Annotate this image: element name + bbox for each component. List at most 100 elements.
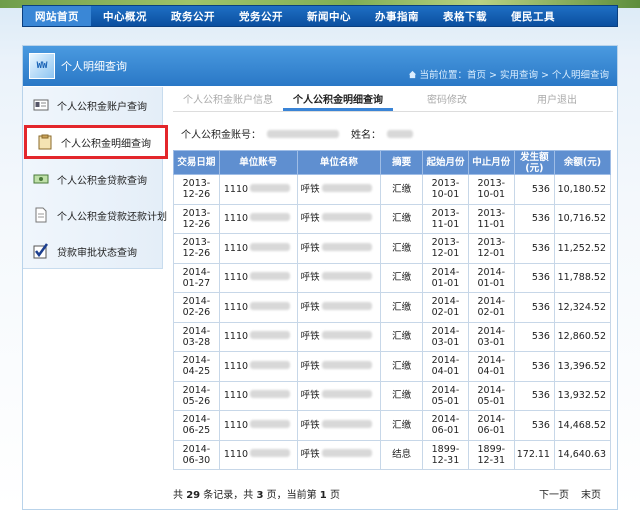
document-icon	[35, 207, 47, 223]
sidebar-item-label: 贷款审批状态查询	[57, 247, 137, 259]
col-unit-name: 单位名称	[296, 150, 382, 175]
sidebar-item-label: 个人公积金账户查询	[57, 101, 147, 113]
tab-detail-query[interactable]: 个人公积金明细查询	[283, 93, 393, 111]
cell-start-month: 2013-12-01	[422, 233, 469, 264]
redacted-text	[321, 213, 372, 222]
cell-summary: 汇缴	[380, 351, 424, 382]
next-page-link[interactable]: 下一页	[539, 486, 569, 501]
cell-end-month: 2014-01-01	[467, 262, 515, 293]
checkbox-icon	[33, 243, 49, 259]
panel-header: WW 个人明细查询 当前位置：首页 > 实用查询 > 个人明细查询	[23, 46, 617, 86]
table-header-row: 交易日期 单位账号 单位名称 摘要 起始月份 中止月份 发生额 (元) 余额(元…	[173, 150, 612, 175]
cell-balance: 14,640.63	[553, 439, 612, 470]
cell-summary: 汇缴	[380, 292, 424, 323]
cell-summary: 结息	[380, 439, 424, 470]
cell-unit-name: 呼铁	[296, 321, 382, 352]
redacted-text	[250, 390, 291, 399]
nav-form-download[interactable]: 表格下载	[431, 6, 499, 26]
name-label: 姓名：	[351, 130, 381, 141]
redacted-text	[321, 331, 372, 340]
col-start-month: 起始月份	[422, 150, 469, 175]
cell-end-month: 2013-12-01	[467, 233, 515, 264]
cell-start-month: 2013-11-01	[422, 203, 469, 234]
sidebar-item-repayment-plan[interactable]: 个人公积金贷款还款计划	[23, 197, 167, 233]
cell-unit-name: 呼铁	[296, 351, 382, 382]
cell-unit-name: 呼铁	[296, 262, 382, 293]
cell-start-month: 2013-10-01	[422, 174, 469, 205]
table-row: 2014-02-26 1110 呼铁 汇缴 2014-02-01 2014-02-01 53…	[173, 292, 612, 323]
cell-amount: 536	[513, 233, 555, 264]
table-row: 2013-12-26 1110 呼铁 汇缴 2013-12-01 2013-12-01 53…	[173, 233, 612, 264]
main-panel: WW 个人明细查询 当前位置：首页 > 实用查询 > 个人明细查询 个人公积金账…	[22, 45, 618, 510]
last-page-link[interactable]: 末页	[581, 486, 601, 501]
redacted-text	[250, 242, 291, 251]
redacted-text	[321, 390, 372, 399]
cell-unit-account: 1110	[218, 292, 298, 323]
table-row: 2013-12-26 1110 呼铁 汇缴 2013-10-01 2013-10-01 53…	[173, 174, 612, 205]
tab-account-info[interactable]: 个人公积金账户信息	[173, 93, 283, 111]
redacted-text	[321, 449, 372, 458]
cell-balance: 14,468.52	[553, 410, 612, 441]
table-row: 2014-06-25 1110 呼铁 汇缴 2014-06-01 2014-06-01 53…	[173, 410, 612, 441]
cell-end-month: 2014-02-01	[467, 292, 515, 323]
clipboard-icon	[38, 134, 52, 150]
cell-amount: 536	[513, 174, 555, 205]
cell-balance: 13,396.52	[553, 351, 612, 382]
nav-home[interactable]: 网站首页	[23, 6, 91, 26]
nav-news[interactable]: 新闻中心	[295, 6, 363, 26]
cell-summary: 汇缴	[380, 174, 424, 205]
cell-amount: 172.11	[513, 439, 555, 470]
nav-tools[interactable]: 便民工具	[499, 6, 567, 26]
col-summary: 摘要	[380, 150, 424, 175]
sidebar-item-label: 个人公积金贷款查询	[57, 175, 147, 187]
cell-amount: 536	[513, 321, 555, 352]
redacted-text	[250, 419, 291, 428]
redacted-text	[250, 360, 291, 369]
sidebar-item-loan-query[interactable]: 个人公积金贷款查询	[23, 161, 162, 197]
records-table: 交易日期 单位账号 单位名称 摘要 起始月份 中止月份 发生额 (元) 余额(元…	[173, 150, 612, 470]
nav-government-affairs[interactable]: 政务公开	[159, 6, 227, 26]
cell-summary: 汇缴	[380, 262, 424, 293]
table-row: 2014-03-28 1110 呼铁 汇缴 2014-03-01 2014-03-01 53…	[173, 321, 612, 352]
panel-title: 个人明细查询	[61, 60, 127, 73]
table-row: 2013-12-26 1110 呼铁 汇缴 2013-11-01 2013-11-01 53…	[173, 203, 612, 234]
top-navigation: 网站首页 中心概况 政务公开 党务公开 新闻中心 办事指南 表格下载 便民工具	[22, 5, 618, 27]
nav-center-overview[interactable]: 中心概况	[91, 6, 159, 26]
pagination-summary: 共 29 条记录，共 3 页，当前第 1 页	[173, 489, 340, 501]
cell-unit-account: 1110	[218, 233, 298, 264]
cell-date: 2014-05-26	[173, 380, 220, 411]
nav-party-affairs[interactable]: 党务公开	[227, 6, 295, 26]
name-redacted	[387, 129, 413, 138]
cell-amount: 536	[513, 262, 555, 293]
id-card-icon	[33, 99, 49, 111]
table-row: 2014-01-27 1110 呼铁 汇缴 2014-01-01 2014-01-01 53…	[173, 262, 612, 293]
redacted-text	[321, 183, 372, 192]
cell-amount: 536	[513, 351, 555, 382]
breadcrumb: 当前位置：首页 > 实用查询 > 个人明细查询	[408, 67, 610, 81]
cell-unit-name: 呼铁	[296, 410, 382, 441]
nav-service-guide[interactable]: 办事指南	[363, 6, 431, 26]
money-icon	[33, 174, 49, 184]
cell-date: 2014-03-28	[173, 321, 220, 352]
cell-end-month: 2013-10-01	[467, 174, 515, 205]
account-number-redacted	[267, 129, 339, 138]
sidebar: 个人公积金账户查询 个人公积金明细查询 个人公积金贷款查询 个人公积金贷款还款计…	[23, 87, 168, 269]
cell-date: 2014-04-25	[173, 351, 220, 382]
tab-logout[interactable]: 用户退出	[527, 93, 587, 111]
breadcrumb-text[interactable]: 当前位置：首页 > 实用查询 > 个人明细查询	[420, 67, 610, 81]
pagination: 共 29 条记录，共 3 页，当前第 1 页 下一页 末页	[173, 483, 611, 503]
cell-amount: 536	[513, 410, 555, 441]
sidebar-item-account-query[interactable]: 个人公积金账户查询	[23, 87, 162, 123]
tab-password-change[interactable]: 密码修改	[417, 93, 477, 111]
cell-unit-account: 1110	[218, 262, 298, 293]
table-row: 2014-04-25 1110 呼铁 汇缴 2014-04-01 2014-04-01 53…	[173, 351, 612, 382]
sidebar-item-approval-status[interactable]: 贷款审批状态查询	[23, 233, 162, 269]
cell-unit-name: 呼铁	[296, 233, 382, 264]
cell-unit-name: 呼铁	[296, 174, 382, 205]
redacted-text	[321, 272, 372, 281]
cell-unit-account: 1110	[218, 439, 298, 470]
cell-unit-account: 1110	[218, 380, 298, 411]
sidebar-item-detail-query[interactable]: 个人公积金明细查询	[24, 125, 168, 159]
tab-bar: 个人公积金账户信息 个人公积金明细查询 密码修改 用户退出	[173, 94, 613, 112]
cell-date: 2014-06-25	[173, 410, 220, 441]
